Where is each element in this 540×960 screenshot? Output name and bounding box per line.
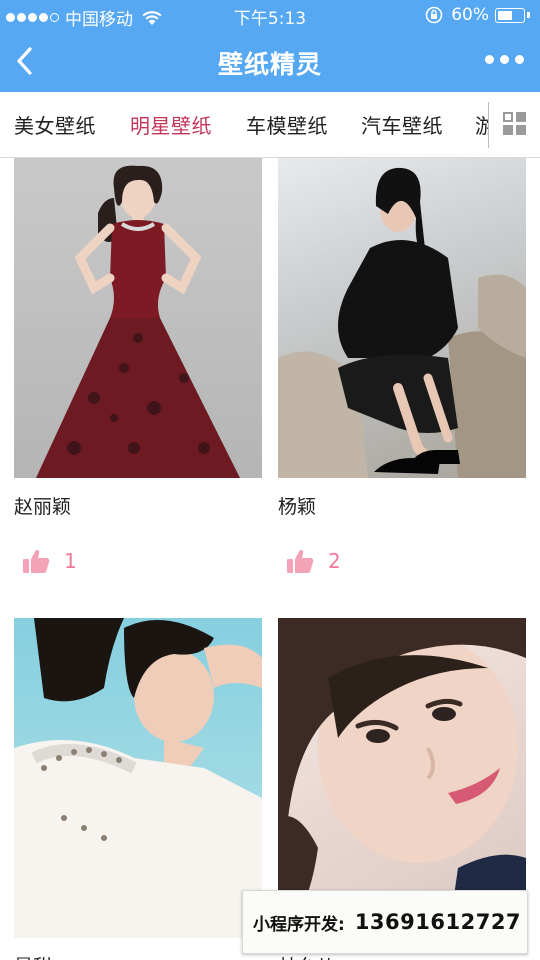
tab-game-wallpaper[interactable]: 游: [475, 110, 488, 139]
thumbs-up-icon: [287, 549, 314, 573]
like-button[interactable]: 1: [22, 548, 77, 574]
wallpaper-card[interactable]: 景甜: [14, 618, 262, 960]
more-menu-icon[interactable]: [485, 55, 524, 64]
wallpaper-photo[interactable]: [14, 618, 262, 938]
wifi-icon: [142, 10, 162, 25]
like-count: 2: [328, 549, 341, 573]
tab-beauty-wallpaper[interactable]: 美女壁纸: [14, 110, 96, 139]
banner-phone-number: 13691612727: [354, 910, 522, 934]
tab-car-wallpaper[interactable]: 汽车壁纸: [361, 110, 443, 139]
status-left: 中国移动: [6, 5, 163, 30]
wallpaper-card[interactable]: 杨颖 2: [278, 158, 526, 598]
battery-percent: 60%: [451, 5, 489, 25]
like-button[interactable]: 2: [286, 548, 341, 574]
wallpaper-card[interactable]: 赵丽颖 1: [14, 158, 262, 598]
grid-view-icon[interactable]: [488, 102, 540, 148]
page-title: 壁纸精灵: [217, 50, 322, 79]
thumbs-up-icon: [23, 549, 50, 573]
status-right: 60%: [425, 5, 530, 25]
wallpaper-name: 景甜: [14, 952, 52, 960]
banner-label: 小程序开发:: [253, 914, 345, 935]
signal-strength-icon: [6, 13, 59, 22]
rotation-lock-icon: [425, 6, 443, 24]
battery-icon: [495, 7, 525, 23]
like-count: 1: [64, 549, 77, 573]
tab-celebrity-wallpaper[interactable]: 明星壁纸: [130, 110, 212, 139]
tab-list: 美女壁纸 明星壁纸 车模壁纸 汽车壁纸 游: [0, 92, 488, 157]
nav-bar: 壁纸精灵: [0, 30, 540, 92]
wallpaper-photo[interactable]: [14, 158, 262, 478]
wallpaper-photo[interactable]: [278, 158, 526, 478]
wallpaper-name: 赵丽颖: [14, 496, 72, 518]
contact-banner[interactable]: 小程序开发: 13691612727: [242, 890, 528, 954]
status-bar: 中国移动 下午5:13 60%: [0, 0, 540, 30]
battery-cap: [527, 12, 530, 18]
tab-car-model-wallpaper[interactable]: 车模壁纸: [246, 110, 328, 139]
battery-level-fill: [498, 10, 512, 20]
wallpaper-name: 杨颖: [278, 496, 317, 518]
category-tabs: 美女壁纸 明星壁纸 车模壁纸 汽车壁纸 游: [0, 92, 540, 158]
carrier-name: 中国移动: [65, 10, 133, 30]
